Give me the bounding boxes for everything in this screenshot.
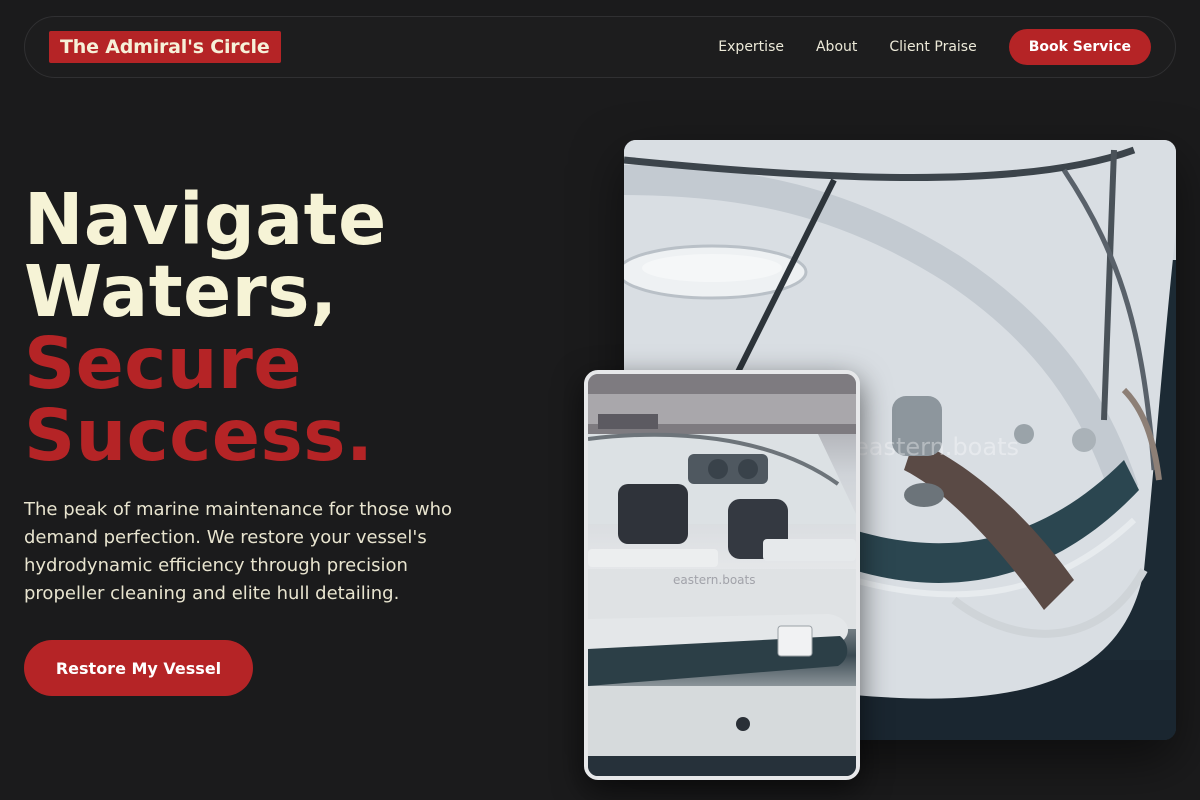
nav-menu: Expertise About Client Praise Book Servi… bbox=[718, 29, 1151, 65]
hero-title-line-4: Success. bbox=[24, 394, 374, 477]
hero-headline: Navigate Waters, Secure Success. bbox=[24, 184, 584, 472]
hero-description: The peak of marine maintenance for those… bbox=[24, 499, 453, 604]
hero-title-line-2: Waters, bbox=[24, 250, 338, 333]
brand-logo[interactable]: The Admiral's Circle bbox=[49, 31, 281, 63]
boat-cockpit-photo: eastern.boats bbox=[584, 370, 860, 780]
restore-vessel-button[interactable]: Restore My Vessel bbox=[24, 640, 253, 696]
main-photo-watermark: eastern.boats bbox=[854, 433, 1019, 461]
hero-title: Navigate Waters, Secure Success. bbox=[24, 184, 584, 472]
nav-link-client-praise[interactable]: Client Praise bbox=[889, 39, 976, 55]
nav-link-expertise[interactable]: Expertise bbox=[718, 39, 784, 55]
inset-photo-watermark: eastern.boats bbox=[673, 573, 756, 587]
hero-title-line-3: Secure bbox=[24, 322, 303, 405]
hero-title-line-1: Navigate bbox=[24, 178, 387, 261]
top-navbar: The Admiral's Circle Expertise About Cli… bbox=[24, 16, 1176, 78]
nav-link-about[interactable]: About bbox=[816, 39, 857, 55]
book-service-button[interactable]: Book Service bbox=[1008, 29, 1151, 65]
